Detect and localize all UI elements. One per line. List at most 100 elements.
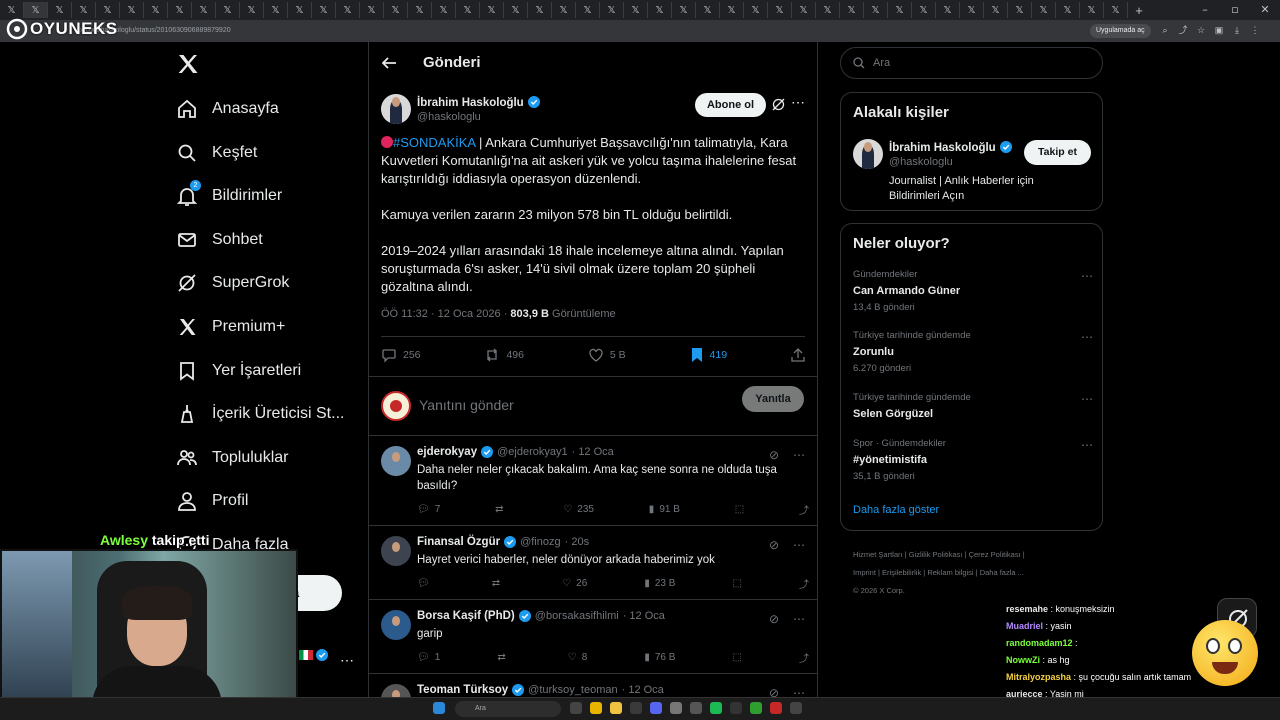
reply-icon[interactable]: 💬︎ 1 xyxy=(417,650,440,665)
share-icon[interactable]: ⤴ xyxy=(799,650,809,665)
reply-handle[interactable]: @turksoy_teoman xyxy=(528,684,617,696)
minimize-icon[interactable]: – xyxy=(1190,0,1220,20)
repost-icon[interactable]: ⇄ xyxy=(492,576,505,591)
back-arrow-icon[interactable] xyxy=(381,55,397,71)
trend-item[interactable]: Türkiye tarihinde gündemde Zorunlu 6.270 g… xyxy=(853,330,1093,374)
browser-tab[interactable]: 𝕏 xyxy=(264,2,288,18)
nav-item-6[interactable]: Yer İşaretleri xyxy=(176,357,301,385)
browser-tab[interactable]: 𝕏 xyxy=(288,2,312,18)
browser-tab[interactable]: 𝕏 xyxy=(456,2,480,18)
reply-time[interactable]: · 12 Oca xyxy=(622,684,664,696)
bookmark-action[interactable]: 419 xyxy=(690,347,727,363)
browser-tab[interactable]: 𝕏 xyxy=(336,2,360,18)
reply-avatar[interactable] xyxy=(381,536,411,566)
grok-icon[interactable]: ⊘ xyxy=(769,538,779,552)
spotify-icon[interactable] xyxy=(710,702,722,714)
heart-icon[interactable]: ♡ 26 xyxy=(562,576,587,591)
app-icon[interactable] xyxy=(630,702,642,714)
views-icon[interactable]: ▮ 23 B xyxy=(644,576,675,591)
browser-tab[interactable]: 𝕏 xyxy=(504,2,528,18)
grok-icon[interactable]: ⊘ xyxy=(769,448,779,462)
browser-tab[interactable]: 𝕏 xyxy=(744,2,768,18)
grok-icon[interactable] xyxy=(772,98,785,111)
browser-tab[interactable]: 𝕏 xyxy=(216,2,240,18)
chrome-icon[interactable] xyxy=(590,702,602,714)
app-icon[interactable] xyxy=(750,702,762,714)
reply-handle[interactable]: @ejderokyay1 xyxy=(497,446,567,458)
app-icon[interactable] xyxy=(690,702,702,714)
nav-item-5[interactable]: Premium+ xyxy=(176,313,285,341)
app-icon[interactable] xyxy=(790,702,802,714)
browser-tab[interactable]: 𝕏 xyxy=(360,2,384,18)
browser-tab[interactable]: 𝕏 xyxy=(792,2,816,18)
browser-tab[interactable]: 𝕏 xyxy=(936,2,960,18)
app-icon[interactable] xyxy=(670,702,682,714)
share-action[interactable] xyxy=(791,347,805,363)
trend-more-icon[interactable]: ⋯ xyxy=(1081,392,1093,406)
reply-avatar[interactable] xyxy=(381,610,411,640)
browser-tab[interactable]: 𝕏 xyxy=(120,2,144,18)
download-icon[interactable]: ⤓ xyxy=(1232,24,1242,36)
heart-icon[interactable]: ♡ 235 xyxy=(563,502,594,517)
trend-item[interactable]: Gündemdekiler Can Armando Güner 13,4 B gön… xyxy=(853,269,1093,313)
nav-item-0[interactable]: Anasayfa xyxy=(176,95,279,123)
browser-tab[interactable]: 𝕏 xyxy=(696,2,720,18)
reply-time[interactable]: · 20s xyxy=(565,536,589,548)
browser-tab[interactable]: 𝕏 xyxy=(312,2,336,18)
browser-tab[interactable]: 𝕏 xyxy=(384,2,408,18)
repost-icon[interactable]: ⇄ xyxy=(495,502,508,517)
reply-item[interactable]: Finansal Özgür @finozg · 20s ⊘ ⋯ Hayret veric… xyxy=(369,526,817,600)
author-avatar[interactable] xyxy=(381,94,411,124)
browser-tab[interactable]: 𝕏 xyxy=(840,2,864,18)
browser-tab[interactable]: 𝕏 xyxy=(0,2,24,18)
windows-start-icon[interactable] xyxy=(433,702,445,714)
heart-icon[interactable]: ♡ 8 xyxy=(568,650,588,665)
bookmark-icon[interactable]: ⬚ xyxy=(735,502,744,517)
reply-item[interactable]: Borsa Kaşif (PhD) @borsakasifhilmi · 12 Oc… xyxy=(369,600,817,674)
reply-icon[interactable]: 💬︎ 7 xyxy=(417,502,440,517)
search-input[interactable]: Ara xyxy=(873,57,890,69)
reply-handle[interactable]: @borsakasifhilmi xyxy=(535,610,619,622)
reply-handle[interactable]: @finozg xyxy=(520,536,561,548)
browser-tab[interactable]: 𝕏 xyxy=(624,2,648,18)
browser-tab[interactable]: 𝕏 xyxy=(768,2,792,18)
share-icon[interactable]: ⤴ xyxy=(799,502,809,517)
trend-item[interactable]: Türkiye tarihinde gündemde Selen Görgüzel… xyxy=(853,392,1093,420)
reply-author[interactable]: ejderokyay xyxy=(417,446,477,458)
browser-tab[interactable]: 𝕏 xyxy=(600,2,624,18)
like-action[interactable]: 5 B xyxy=(588,347,626,363)
browser-tab[interactable]: 𝕏 xyxy=(1032,2,1056,18)
nav-item-3[interactable]: Sohbet xyxy=(176,226,263,254)
nav-item-1[interactable]: Keşfet xyxy=(176,139,257,167)
browser-tab[interactable]: 𝕏 xyxy=(192,2,216,18)
browser-tab[interactable]: 𝕏 xyxy=(1080,2,1104,18)
x-logo-icon[interactable] xyxy=(176,52,200,76)
more-options-icon[interactable]: ⋯ xyxy=(793,538,805,552)
trend-more-icon[interactable]: ⋯ xyxy=(1081,438,1093,452)
browser-tab[interactable]: 𝕏 xyxy=(576,2,600,18)
nav-item-8[interactable]: Topluluklar xyxy=(176,444,288,472)
reply-author[interactable]: Teoman Türksoy xyxy=(417,684,508,696)
zoom-icon[interactable]: ⌕ xyxy=(1160,24,1170,36)
browser-tab[interactable]: 𝕏 xyxy=(1008,2,1032,18)
browser-tab[interactable]: 𝕏 xyxy=(720,2,744,18)
browser-tab[interactable]: 𝕏 xyxy=(168,2,192,18)
browser-tab[interactable]: 𝕏 xyxy=(888,2,912,18)
browser-tab[interactable]: 𝕏 xyxy=(48,2,72,18)
repost-action[interactable]: 496 xyxy=(484,347,524,363)
reply-avatar[interactable] xyxy=(381,446,411,476)
bookmark-icon[interactable]: ⬚ xyxy=(732,650,741,665)
browser-tab[interactable]: 𝕏 xyxy=(528,2,552,18)
more-options-icon[interactable]: ⋯ xyxy=(791,94,805,111)
app-icon[interactable] xyxy=(730,702,742,714)
star-icon[interactable]: ☆ xyxy=(1196,24,1206,36)
browser-tab[interactable]: 𝕏 xyxy=(240,2,264,18)
trend-more-icon[interactable]: ⋯ xyxy=(1081,330,1093,344)
restore-icon[interactable]: ▫ xyxy=(1220,0,1250,20)
reply-author[interactable]: Finansal Özgür xyxy=(417,536,500,548)
browser-tab[interactable]: 𝕏 xyxy=(480,2,504,18)
bookmark-icon[interactable]: ⬚ xyxy=(732,576,741,591)
show-more-link[interactable]: Daha fazla göster xyxy=(853,504,939,516)
nav-item-7[interactable]: İçerik Üreticisi St... xyxy=(176,400,344,428)
author-handle[interactable]: @haskologlu xyxy=(417,111,540,123)
